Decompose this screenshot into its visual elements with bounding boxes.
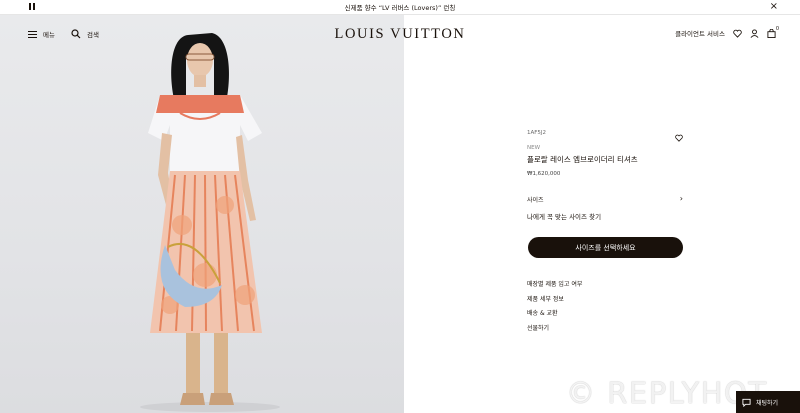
product-links: 매장별 제품 입고 여부 제품 세부 정보 배송 & 교환 선물하기 (527, 279, 582, 337)
new-badge: NEW (527, 145, 541, 151)
account-icon[interactable] (750, 28, 759, 38)
wishlist-heart-icon[interactable] (733, 29, 742, 38)
delivery-returns-link[interactable]: 배송 & 교환 (527, 308, 582, 323)
chat-label: 채팅하기 (756, 399, 779, 407)
close-icon[interactable]: × (770, 1, 778, 13)
add-to-wishlist-icon[interactable] (675, 134, 683, 142)
pause-icon[interactable] (28, 3, 36, 11)
bag-count: 0 (775, 25, 779, 32)
client-service-link[interactable]: 클라이언트 서비스 (675, 28, 725, 38)
product-price: ₩1,620,000 (527, 171, 561, 177)
product-photo[interactable] (0, 15, 404, 413)
size-selector[interactable]: 사이즈 › (527, 194, 687, 204)
site-header: 메뉴 검색 LOUIS VUITTON 클라이언트 서비스 0 (0, 15, 800, 55)
store-availability-link[interactable]: 매장별 제품 입고 여부 (527, 279, 582, 294)
select-size-button[interactable]: 사이즈를 선택하세요 (528, 237, 683, 258)
header-right: 클라이언트 서비스 0 (675, 25, 779, 39)
announcement-bar: 신제품 향수 “LV 러버스 (Lovers)” 런칭 × (0, 0, 800, 15)
size-label: 사이즈 (527, 197, 544, 204)
chevron-right-icon: › (679, 194, 683, 203)
announcement-text[interactable]: 신제품 향수 “LV 러버스 (Lovers)” 런칭 (345, 2, 456, 12)
size-finder-link[interactable]: 나에게 꼭 맞는 사이즈 찾기 (527, 211, 601, 221)
chat-button[interactable]: 채팅하기 (736, 391, 800, 413)
model-illustration (140, 33, 280, 412)
product-info: 1AF5J2 NEW 플로랄 레이스 엠브로이더리 티셔츠 ₩1,620,000 (527, 130, 687, 177)
product-sku: 1AF5J2 (527, 130, 547, 136)
product-name: 플로랄 레이스 엠브로이더리 티셔츠 (527, 155, 638, 164)
chat-icon (742, 398, 751, 407)
product-details-link[interactable]: 제품 세부 정보 (527, 294, 582, 309)
gift-link[interactable]: 선물하기 (527, 323, 582, 338)
shopping-bag-icon[interactable]: 0 (767, 25, 779, 38)
